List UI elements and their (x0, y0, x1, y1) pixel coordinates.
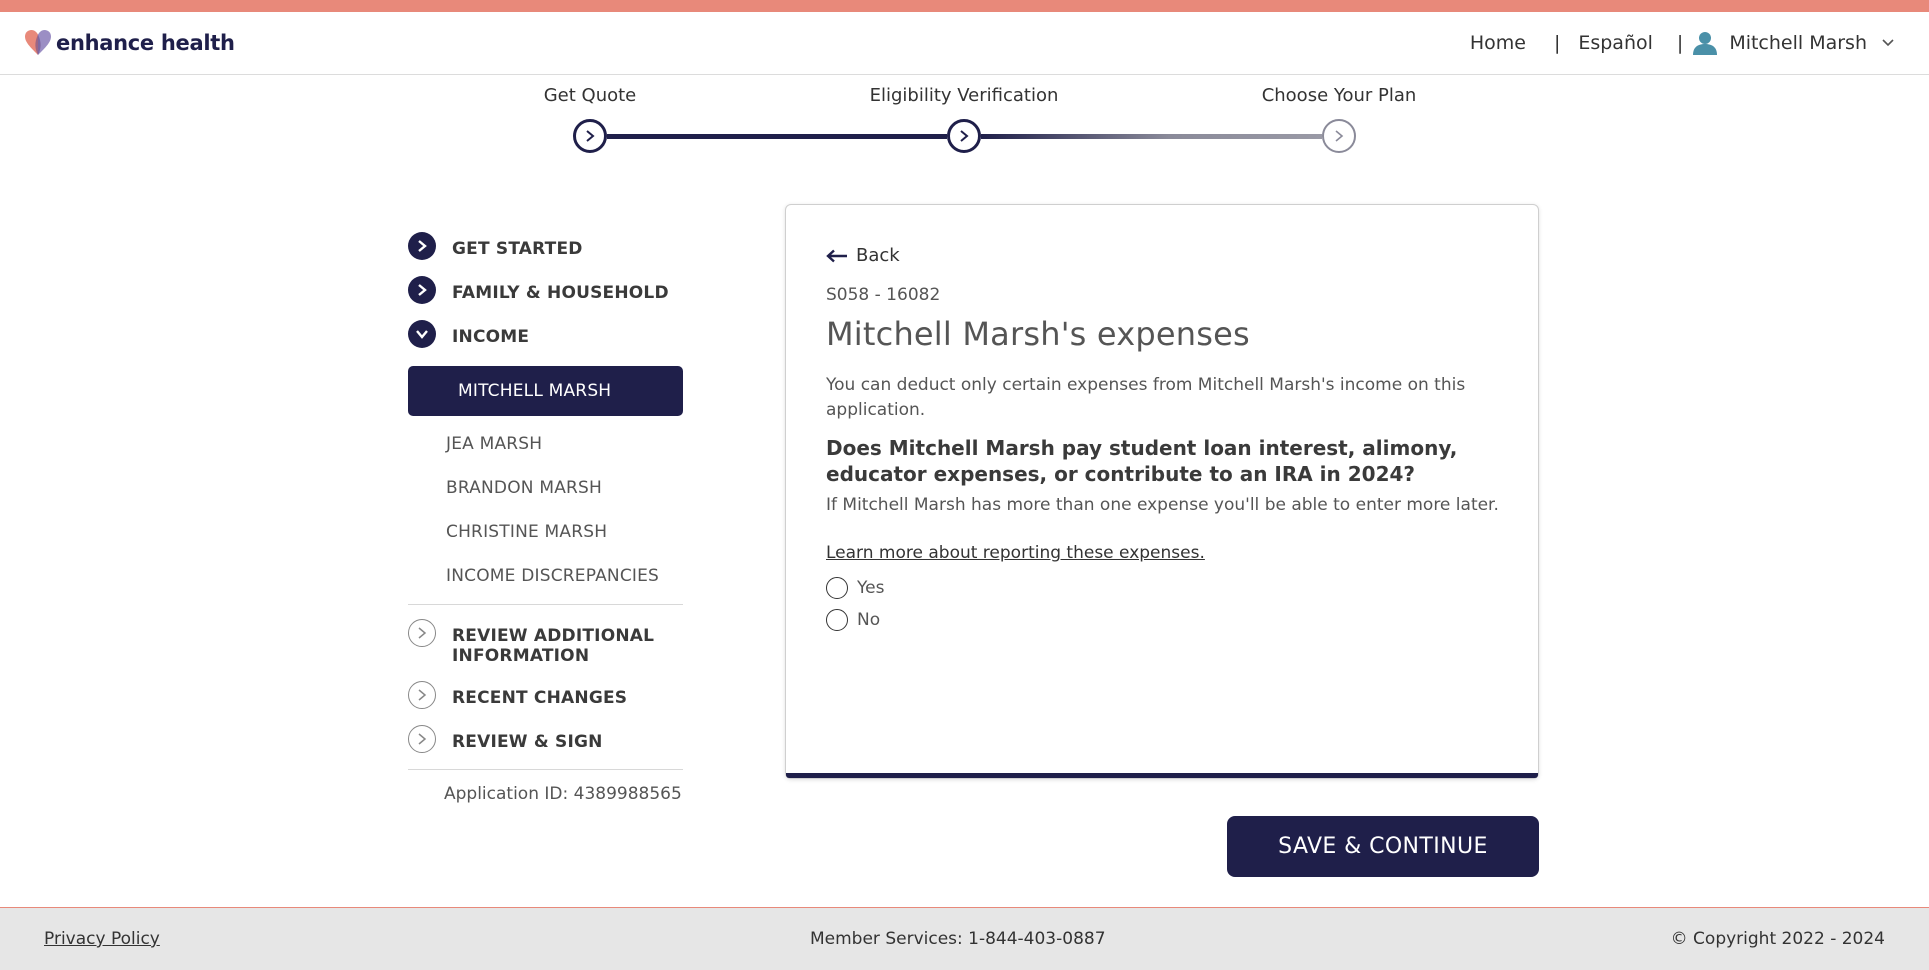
form-question: Does Mitchell Marsh pay student loan int… (826, 436, 1458, 486)
step-eligibility[interactable] (947, 119, 981, 153)
arrow-left-icon (826, 249, 847, 262)
radio-circle[interactable] (826, 577, 848, 599)
chevron-down-icon (408, 320, 436, 348)
sidebar-item-recent-changes[interactable]: RECENT CHANGES (408, 681, 684, 725)
user-icon (1693, 32, 1718, 55)
sidebar-divider (408, 604, 683, 605)
chevron-right-icon (408, 276, 436, 304)
heart-logo-icon (25, 30, 51, 55)
application-id: Application ID: 4389988565 (444, 784, 682, 804)
form-code: S058 - 16082 (826, 285, 941, 305)
chevron-right-icon (408, 232, 436, 260)
chevron-right-icon (408, 619, 436, 647)
radio-yes[interactable]: Yes (826, 577, 884, 599)
chevron-right-icon (408, 681, 436, 709)
sidebar-item-label: GET STARTED (452, 239, 583, 259)
step-label-get-quote: Get Quote (543, 85, 637, 106)
sidebar-item-get-started[interactable]: GET STARTED (408, 232, 684, 276)
chevron-right-icon (408, 725, 436, 753)
progress-line-pending (981, 134, 1322, 139)
form-description: You can deduct only certain expenses fro… (826, 375, 1466, 420)
footer: Privacy Policy Member Services: 1-844-40… (0, 907, 1929, 970)
logo[interactable]: enhance health (24, 29, 235, 57)
progress-line-complete (607, 134, 947, 139)
radio-label: No (857, 610, 881, 630)
form-hint: If Mitchell Marsh has more than one expe… (826, 495, 1499, 515)
sidebar-divider (408, 769, 683, 770)
nav-home-link[interactable]: Home (1470, 32, 1526, 54)
top-nav: Home | Español | Mitchell Marsh (1470, 31, 1895, 55)
copyright: © Copyright 2022 - 2024 (1670, 929, 1885, 949)
expenses-form-card: Back S058 - 16082 Mitchell Marsh's expen… (785, 204, 1539, 779)
top-accent-bar (0, 0, 1929, 12)
learn-more-link[interactable]: Learn more about reporting these expense… (826, 543, 1205, 563)
sidebar-item-review-additional[interactable]: REVIEW ADDITIONAL INFORMATION (408, 619, 684, 681)
user-name: Mitchell Marsh (1729, 32, 1867, 54)
sidebar-item-label: FAMILY & HOUSEHOLD (452, 283, 669, 303)
sidebar-item-label: REVIEW & SIGN (452, 732, 603, 752)
sidebar-subitem-christine-marsh[interactable]: CHRISTINE MARSH (408, 510, 684, 554)
nav-language-link[interactable]: Español (1578, 32, 1653, 54)
member-services: Member Services: 1-844-403-0887 (810, 929, 1106, 949)
section-sidebar: GET STARTED FAMILY & HOUSEHOLD INCOME MI… (408, 232, 684, 804)
radio-circle[interactable] (826, 609, 848, 631)
chevron-down-icon (1882, 39, 1894, 47)
step-label-eligibility: Eligibility Verification (869, 85, 1059, 106)
step-label-choose-plan: Choose Your Plan (1261, 85, 1417, 106)
brand-name: enhance health (56, 31, 235, 55)
card-bottom-bar (786, 773, 1538, 778)
page-title: Mitchell Marsh's expenses (826, 315, 1250, 353)
nav-separator: | (1676, 32, 1684, 54)
progress-steps: Get Quote Eligibility Verification Choos… (0, 75, 1929, 165)
chevron-right-icon (1335, 130, 1344, 142)
chevron-right-icon (586, 130, 595, 142)
sidebar-subitem-income-discrepancies[interactable]: INCOME DISCREPANCIES (408, 554, 684, 598)
save-continue-button[interactable]: SAVE & CONTINUE (1227, 816, 1539, 877)
step-choose-plan[interactable] (1322, 119, 1356, 153)
back-link[interactable]: Back (826, 245, 900, 266)
sidebar-item-review-sign[interactable]: REVIEW & SIGN (408, 725, 684, 769)
header: enhance health Home | Español | Mitchell… (0, 12, 1929, 75)
user-menu[interactable]: Mitchell Marsh (1693, 31, 1895, 55)
privacy-policy-link[interactable]: Privacy Policy (44, 929, 160, 949)
sidebar-item-label: INCOME (452, 327, 530, 347)
step-get-quote[interactable] (573, 119, 607, 153)
sidebar-subitem-mitchell-marsh[interactable]: MITCHELL MARSH (408, 366, 683, 416)
chevron-right-icon (960, 130, 969, 142)
radio-no[interactable]: No (826, 609, 880, 631)
radio-label: Yes (857, 578, 885, 598)
sidebar-subitem-brandon-marsh[interactable]: BRANDON MARSH (408, 466, 684, 510)
nav-separator: | (1553, 32, 1561, 54)
sidebar-item-income[interactable]: INCOME (408, 320, 684, 364)
sidebar-item-family[interactable]: FAMILY & HOUSEHOLD (408, 276, 684, 320)
sidebar-item-label: RECENT CHANGES (452, 688, 628, 708)
sidebar-item-label: REVIEW ADDITIONAL INFORMATION (452, 626, 655, 666)
back-label: Back (856, 245, 900, 266)
sidebar-subitem-jea-marsh[interactable]: JEA MARSH (408, 422, 684, 466)
